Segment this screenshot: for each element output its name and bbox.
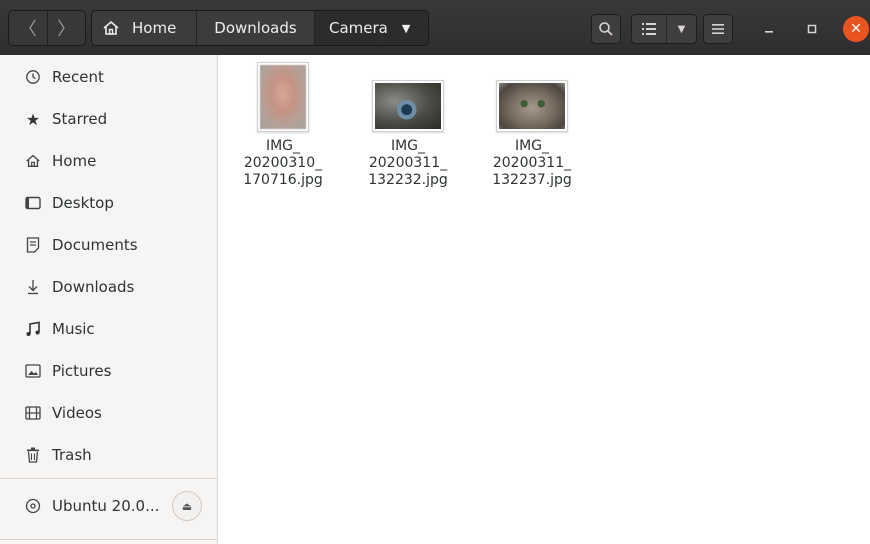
- sidebar-item-music[interactable]: Music: [0, 309, 217, 349]
- breadcrumb-label: Home: [132, 19, 177, 37]
- sidebar-item-recent[interactable]: Recent: [0, 57, 217, 97]
- picture-icon: [24, 362, 42, 380]
- file-thumbnail: [372, 80, 444, 132]
- view-toggle-group: ▼: [631, 14, 697, 44]
- list-view-button[interactable]: [632, 15, 667, 43]
- breadcrumb-label: Downloads: [214, 19, 297, 37]
- sidebar-item-label: Documents: [52, 236, 138, 254]
- breadcrumb-home[interactable]: Home: [92, 11, 196, 45]
- eject-button[interactable]: ⏏: [172, 491, 202, 521]
- sidebar-item-label: Pictures: [52, 362, 112, 380]
- sidebar-item-label: Recent: [52, 68, 104, 86]
- sidebar-item-desktop[interactable]: Desktop: [0, 183, 217, 223]
- eject-icon: ⏏: [181, 499, 193, 513]
- music-icon: [24, 320, 42, 338]
- breadcrumb-label: Camera: [329, 19, 388, 37]
- minimize-button[interactable]: [756, 16, 782, 42]
- sidebar-item-label: Music: [52, 320, 95, 338]
- desktop-icon: [24, 194, 42, 212]
- file-thumbnail: [496, 80, 568, 132]
- file-name: IMG_ 20200311_ 132232.jpg: [368, 138, 448, 188]
- navigation-buttons: 〈 〉: [8, 10, 86, 46]
- close-icon: ✕: [850, 21, 862, 37]
- home-icon: [103, 20, 119, 35]
- sidebar-divider: [0, 539, 217, 540]
- breadcrumb-downloads[interactable]: Downloads: [196, 11, 314, 45]
- file-thumbnail: [257, 62, 309, 132]
- back-button[interactable]: 〈: [9, 11, 47, 45]
- file-name: IMG_ 20200311_ 132237.jpg: [492, 138, 572, 188]
- sidebar-divider: [0, 478, 217, 479]
- sidebar-item-pictures[interactable]: Pictures: [0, 351, 217, 391]
- file-name: IMG_ 20200310_ 170716.jpg: [243, 138, 323, 188]
- file-view: IMG_ 20200310_ 170716.jpg IMG_ 20200311_…: [218, 55, 870, 544]
- minimize-icon: [765, 31, 773, 33]
- maximize-button[interactable]: [799, 16, 825, 42]
- chevron-right-icon: 〉: [57, 19, 76, 40]
- list-view-icon: [641, 23, 656, 35]
- sidebar-item-trash[interactable]: Trash: [0, 435, 217, 475]
- trash-icon: [24, 446, 42, 464]
- close-button[interactable]: ✕: [843, 16, 869, 42]
- search-icon: [599, 22, 613, 36]
- sidebar-item-label: Home: [52, 152, 97, 170]
- clock-icon: [24, 68, 42, 86]
- caret-down-icon: ▼: [401, 21, 411, 35]
- menu-button[interactable]: [703, 14, 733, 44]
- document-icon: [24, 236, 42, 254]
- star-icon: ★: [25, 109, 41, 129]
- home-icon: [24, 152, 42, 170]
- file-item[interactable]: IMG_ 20200311_ 132237.jpg: [477, 62, 587, 189]
- sidebar-item-label: Downloads: [52, 278, 135, 296]
- sidebar: Recent ★ Starred Home Desktop Documents …: [0, 55, 218, 544]
- sidebar-item-label: Starred: [52, 110, 108, 128]
- sidebar-item-home[interactable]: Home: [0, 141, 217, 181]
- download-icon: [24, 278, 42, 296]
- file-item[interactable]: IMG_ 20200311_ 132232.jpg: [353, 62, 463, 189]
- header-bar: 〈 〉 Home Downloads Camera ▼ ▼ ✕: [0, 0, 870, 55]
- sidebar-item-label: Desktop: [52, 194, 114, 212]
- view-options-dropdown[interactable]: ▼: [667, 15, 696, 43]
- sidebar-item-label: Ubuntu 20.0...: [52, 497, 160, 515]
- sidebar-item-label: Trash: [52, 446, 92, 464]
- sidebar-item-videos[interactable]: Videos: [0, 393, 217, 433]
- sidebar-item-documents[interactable]: Documents: [0, 225, 217, 265]
- disc-icon: [24, 497, 42, 515]
- maximize-icon: [807, 24, 817, 34]
- video-icon: [24, 404, 42, 422]
- path-bar: Home Downloads Camera ▼: [91, 10, 429, 46]
- hamburger-icon: [712, 24, 724, 34]
- sidebar-item-starred[interactable]: ★ Starred: [0, 99, 217, 139]
- file-item[interactable]: IMG_ 20200310_ 170716.jpg: [228, 62, 338, 189]
- chevron-left-icon: 〈: [18, 19, 37, 40]
- forward-button[interactable]: 〉: [46, 11, 86, 45]
- sidebar-item-downloads[interactable]: Downloads: [0, 267, 217, 307]
- breadcrumb-camera[interactable]: Camera ▼: [314, 11, 428, 45]
- search-button[interactable]: [591, 14, 621, 44]
- caret-down-icon: ▼: [677, 23, 686, 35]
- sidebar-item-label: Videos: [52, 404, 102, 422]
